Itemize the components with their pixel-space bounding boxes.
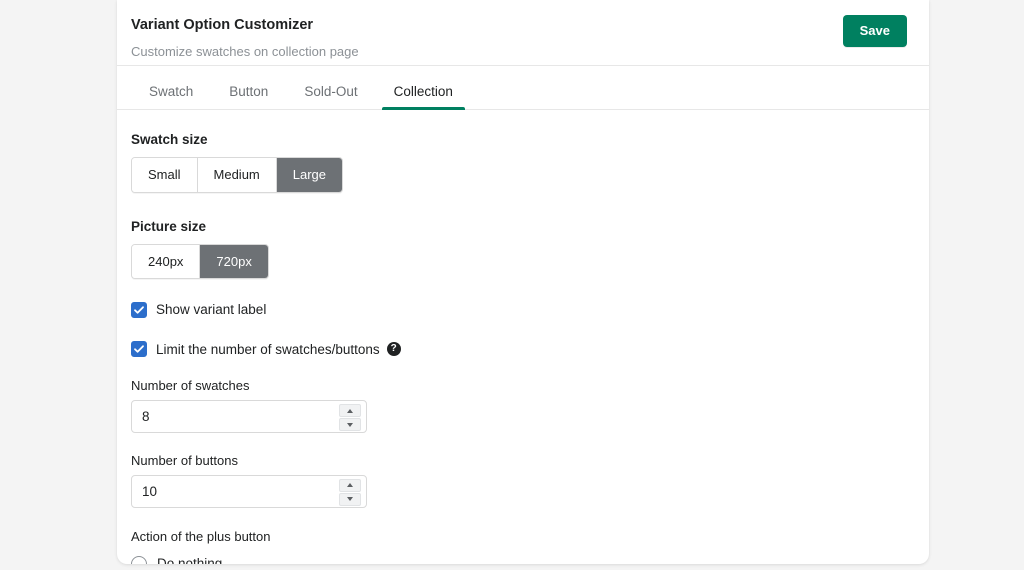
app-page: Variant Option Customizer Customize swat…: [0, 0, 1024, 570]
checkbox-checked-icon[interactable]: [131, 301, 147, 318]
help-icon[interactable]: ?: [386, 342, 401, 357]
stepper-up-icon[interactable]: [339, 404, 361, 418]
picture-size-option-240px[interactable]: 240px: [132, 244, 201, 279]
stepper-up-icon[interactable]: [339, 478, 361, 492]
radio-do-nothing[interactable]: Do nothing: [131, 555, 915, 564]
card-header: Variant Option Customizer Customize swat…: [117, 0, 929, 66]
radio-do-nothing-label: Do nothing: [157, 555, 223, 564]
number-of-swatches-group: Number of swatches: [131, 378, 915, 434]
number-of-swatches-stepper: [339, 404, 361, 432]
limit-number-label-text: Limit the number of swatches/buttons: [156, 341, 380, 357]
tab-button[interactable]: Button: [211, 84, 286, 110]
picture-size-option-720px[interactable]: 720px: [200, 244, 268, 279]
number-of-buttons-group: Number of buttons: [131, 453, 915, 508]
picture-size-title: Picture size: [131, 218, 207, 234]
plus-button-action-group: Action of the plus button Do nothing Lin…: [131, 529, 915, 564]
number-of-swatches-label: Number of swatches: [131, 378, 250, 394]
show-variant-label-text: Show variant label: [156, 302, 267, 318]
number-of-buttons-input[interactable]: [132, 475, 366, 507]
tab-sold-out[interactable]: Sold-Out: [286, 84, 375, 110]
page-subtitle: Customize swatches on collection page: [131, 43, 359, 59]
swatch-size-option-small[interactable]: Small: [132, 158, 198, 192]
number-of-buttons-label: Number of buttons: [131, 453, 238, 469]
number-of-buttons-field[interactable]: [131, 474, 367, 508]
checkbox-checked-icon[interactable]: [131, 341, 147, 358]
card-body: Swatch size Small Medium Large Picture s…: [117, 110, 929, 564]
stepper-down-icon[interactable]: [339, 418, 361, 432]
stepper-down-icon[interactable]: [339, 492, 361, 506]
swatch-size-option-medium[interactable]: Medium: [197, 158, 277, 192]
show-variant-label-row[interactable]: Show variant label: [131, 301, 915, 319]
plus-button-action-title: Action of the plus button: [131, 528, 271, 544]
tab-bar: Swatch Button Sold-Out Collection: [117, 66, 929, 110]
swatch-size-option-large[interactable]: Large: [276, 158, 343, 192]
swatch-size-title: Swatch size: [131, 132, 208, 147]
number-of-buttons-stepper: [339, 478, 361, 506]
page-title: Variant Option Customizer: [131, 17, 314, 33]
tab-collection[interactable]: Collection: [376, 84, 471, 110]
save-button[interactable]: Save: [842, 15, 907, 47]
settings-card: Variant Option Customizer Customize swat…: [117, 0, 929, 564]
radio-unchecked-icon[interactable]: [131, 555, 147, 564]
picture-size-segmented-control: 240px 720px: [131, 243, 269, 280]
number-of-swatches-input[interactable]: [132, 401, 366, 433]
limit-number-row[interactable]: Limit the number of swatches/buttons ?: [131, 341, 915, 359]
number-of-swatches-field[interactable]: [131, 400, 367, 434]
tab-swatch[interactable]: Swatch: [131, 84, 211, 110]
swatch-size-segmented-control: Small Medium Large: [131, 157, 344, 193]
